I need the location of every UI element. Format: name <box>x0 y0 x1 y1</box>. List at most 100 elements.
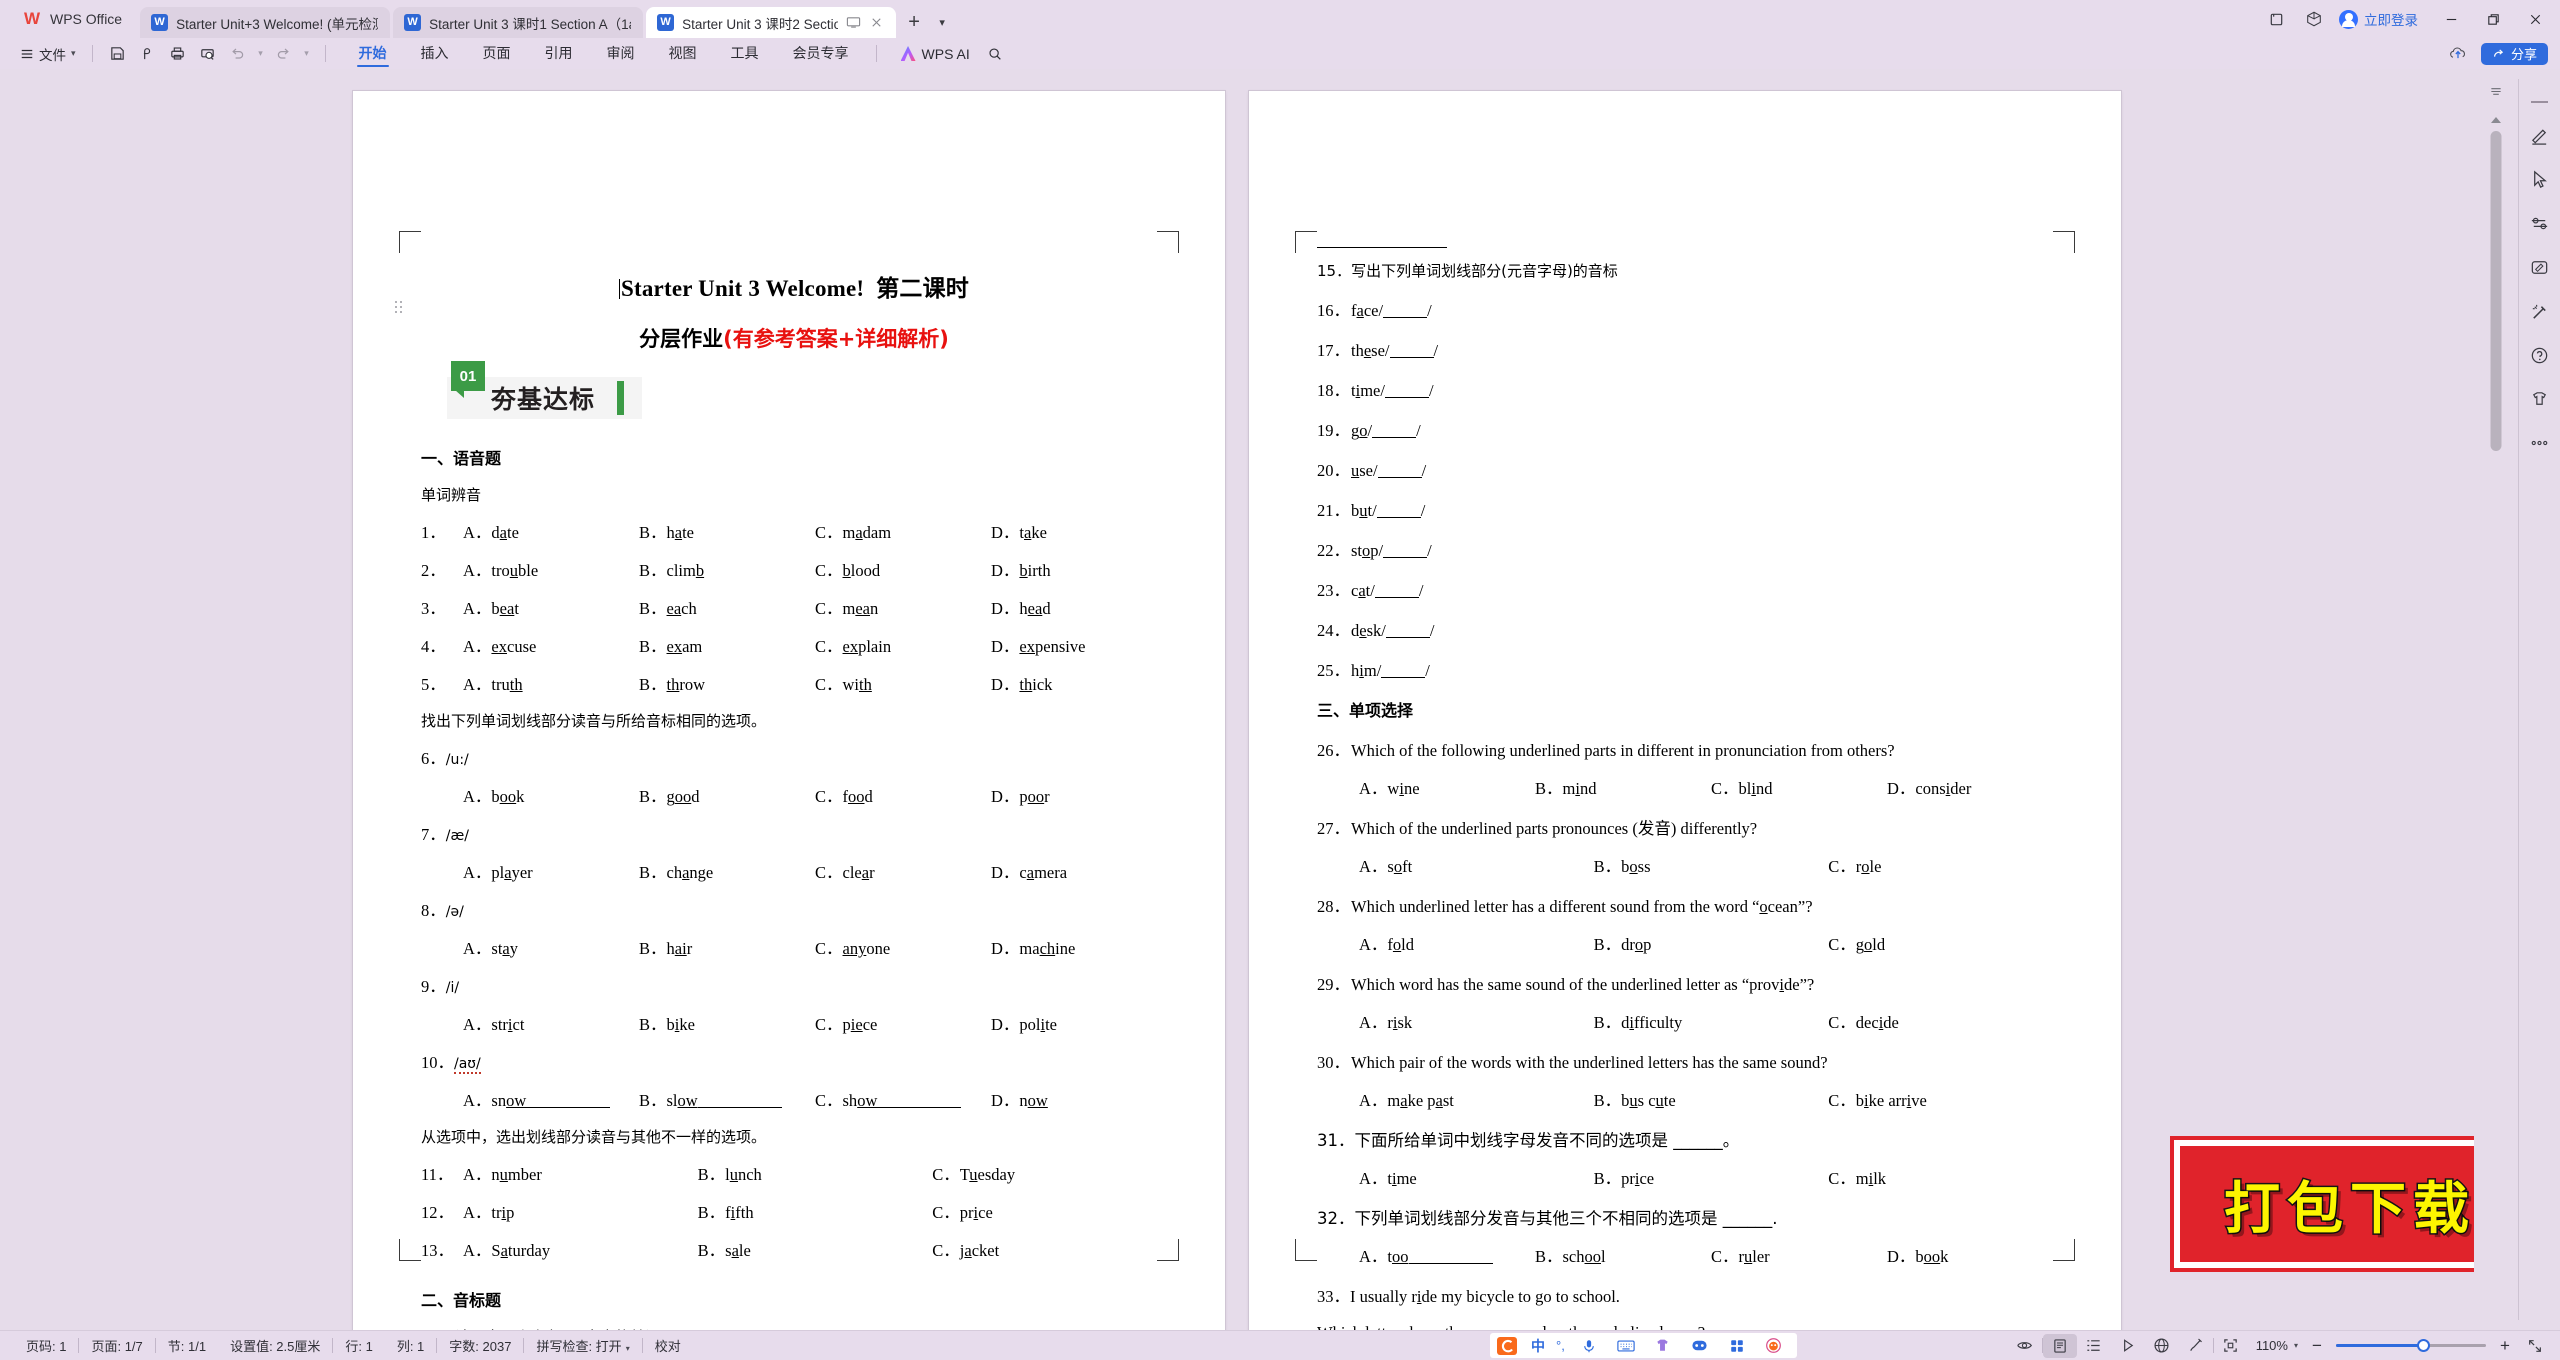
ribbon-tab-review[interactable]: 审阅 <box>590 38 652 69</box>
option-a[interactable]: A．wine <box>1359 775 1535 799</box>
option-a[interactable]: A．truth <box>463 671 639 695</box>
option-a[interactable]: A．excuse <box>463 633 639 657</box>
answer-blank[interactable] <box>1383 557 1428 558</box>
scroll-up-arrow-icon[interactable] <box>2491 117 2501 123</box>
zoom-slider[interactable] <box>2330 1339 2492 1352</box>
status-section[interactable]: 节: 1/1 <box>156 1336 218 1355</box>
ime-punctuation-label[interactable]: °, <box>1556 1338 1565 1353</box>
status-page-number[interactable]: 页码: 1 <box>14 1336 78 1355</box>
option-c[interactable]: C．jacket <box>932 1237 1167 1261</box>
undo-chevron-down-icon[interactable]: ▾ <box>253 41 269 67</box>
document-tab-strip[interactable]: W Starter Unit+3 Welcome! (单元检测 W Starte… <box>140 0 952 38</box>
option-c[interactable]: C．clear <box>815 859 991 883</box>
redo-chevron-down-icon[interactable]: ▾ <box>299 41 315 67</box>
option-b[interactable]: B．hate <box>639 519 815 543</box>
option-c[interactable]: C．blind <box>1711 775 1887 799</box>
option-c[interactable]: C．blood <box>815 557 991 581</box>
monitor-icon[interactable] <box>846 15 861 30</box>
ribbon-tab-view[interactable]: 视图 <box>652 38 714 69</box>
ime-mode-label[interactable]: 中 <box>1531 1336 1545 1356</box>
cursor-select-icon[interactable] <box>2521 157 2559 201</box>
answer-blank[interactable] <box>1385 637 1430 638</box>
cube-icon[interactable] <box>2295 0 2333 38</box>
option-d[interactable]: D．poor <box>991 783 1167 807</box>
magic-wand-icon[interactable] <box>2521 289 2559 333</box>
fullscreen-icon[interactable] <box>2518 1334 2552 1358</box>
zoom-level-label[interactable]: 110% <box>2248 1338 2290 1353</box>
option-c[interactable]: C．anyone <box>815 935 991 959</box>
option-a[interactable]: A．fold <box>1359 931 1594 955</box>
brush-format-icon[interactable] <box>2179 1334 2213 1358</box>
vertical-scrollbar[interactable] <box>2474 69 2518 1330</box>
answer-blank[interactable] <box>1384 397 1429 398</box>
option-b[interactable]: B．hair <box>639 935 815 959</box>
option-a[interactable]: A．trip <box>463 1199 698 1223</box>
ribbon-tab-reference[interactable]: 引用 <box>528 38 590 69</box>
option-b[interactable]: B．good <box>639 783 815 807</box>
option-b[interactable]: B．each <box>639 595 815 619</box>
status-page-of[interactable]: 页面: 1/7 <box>79 1336 154 1355</box>
option-c[interactable]: C．with <box>815 671 991 695</box>
option-b[interactable]: B．throw <box>639 671 815 695</box>
paragraph-drag-handle[interactable] <box>395 301 403 315</box>
document-tab-2[interactable]: W Starter Unit 3 课时1 Section A（1a- <box>393 7 644 38</box>
presentation-play-icon[interactable] <box>2111 1334 2145 1358</box>
page-layout-view-icon[interactable] <box>2042 1333 2077 1358</box>
option-a[interactable]: A．make past <box>1359 1087 1594 1111</box>
option-b[interactable]: B．slow <box>639 1087 815 1111</box>
outline-view-icon[interactable] <box>2077 1334 2111 1358</box>
ribbon-tab-start[interactable]: 开始 <box>342 38 404 69</box>
ribbon-tab-page[interactable]: 页面 <box>466 38 528 69</box>
option-d[interactable]: D．thick <box>991 671 1167 695</box>
status-spellcheck[interactable]: 拼写检查: 打开 ▾ <box>524 1336 641 1355</box>
answer-blank[interactable] <box>1389 357 1434 358</box>
sogou-logo-icon[interactable] <box>1494 1334 1520 1358</box>
option-a[interactable]: A．soft <box>1359 853 1594 877</box>
option-a[interactable]: A．snow <box>463 1087 639 1111</box>
option-d[interactable]: D．machine <box>991 935 1167 959</box>
status-column[interactable]: 列: 1 <box>385 1336 436 1355</box>
option-c[interactable]: C．piece <box>815 1011 991 1035</box>
option-b[interactable]: B．school <box>1535 1243 1711 1267</box>
scrollbar-thumb[interactable] <box>2490 131 2502 451</box>
save-icon[interactable] <box>103 41 133 67</box>
option-c[interactable]: C．madam <box>815 519 991 543</box>
skin-shirt-icon[interactable] <box>1650 1334 1676 1358</box>
skin-theme-icon[interactable] <box>2521 377 2559 421</box>
share-button[interactable]: 分享 <box>2480 42 2548 65</box>
option-c[interactable]: C．milk <box>1828 1165 2063 1189</box>
chevron-down-icon[interactable]: ▾ <box>626 1344 630 1353</box>
mascot-avatar-icon[interactable] <box>1761 1334 1787 1358</box>
status-setting-value[interactable]: 设置值: 2.5厘米 <box>218 1336 332 1355</box>
option-d[interactable]: D．take <box>991 519 1167 543</box>
answer-blank[interactable] <box>1381 677 1426 678</box>
web-view-icon[interactable] <box>2145 1334 2179 1358</box>
option-a[interactable]: A．trouble <box>463 557 639 581</box>
save-as-cloud-icon[interactable] <box>133 41 163 67</box>
option-b[interactable]: B．difficulty <box>1594 1009 1829 1033</box>
print-icon[interactable] <box>163 41 193 67</box>
copy-window-icon[interactable] <box>2257 0 2295 38</box>
option-c[interactable]: C．mean <box>815 595 991 619</box>
maximize-restore-button[interactable] <box>2472 0 2514 38</box>
settings-sliders-icon[interactable] <box>2521 201 2559 245</box>
option-d[interactable]: D．consider <box>1887 775 2063 799</box>
option-d[interactable]: D．expensive <box>991 633 1167 657</box>
option-b[interactable]: B．lunch <box>698 1161 933 1185</box>
document-page-left[interactable]: Starter Unit 3 Welcome! 第二课时 分层作业(有参考答案+… <box>353 91 1225 1330</box>
zoom-slider-track[interactable] <box>2336 1339 2486 1352</box>
option-c[interactable]: C．gold <box>1828 931 2063 955</box>
option-c[interactable]: C．bike arrive <box>1828 1087 2063 1111</box>
fit-page-icon[interactable] <box>2214 1334 2248 1358</box>
status-proofread[interactable]: 校对 <box>643 1336 693 1355</box>
undo-icon[interactable] <box>223 41 253 67</box>
option-b[interactable]: B．climb <box>639 557 815 581</box>
ime-toolbar[interactable]: 中 °, <box>1490 1333 1797 1358</box>
answer-blank[interactable] <box>1374 597 1419 598</box>
document-page-right[interactable]: 15．写出下列单词划线部分(元音字母)的音标 16．face// 17．these… <box>1249 91 2121 1330</box>
option-a[interactable]: A．too <box>1359 1243 1535 1267</box>
ribbon-tab-member[interactable]: 会员专享 <box>776 38 866 69</box>
option-b[interactable]: B．change <box>639 859 815 883</box>
more-options-icon[interactable] <box>2521 421 2559 465</box>
option-a[interactable]: A．player <box>463 859 639 883</box>
